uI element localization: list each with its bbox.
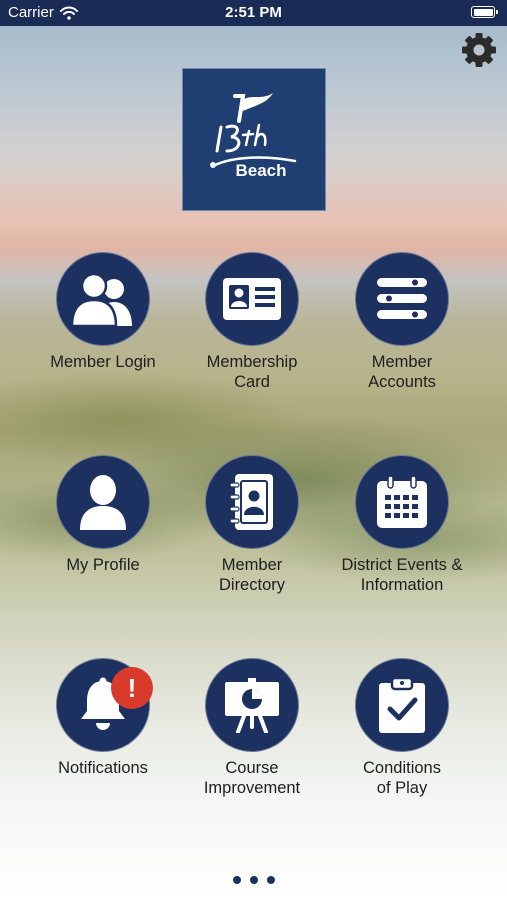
status-time: 2:51 PM xyxy=(225,4,282,21)
district-events-circle[interactable] xyxy=(355,455,449,549)
members-icon xyxy=(70,272,132,326)
notifications-button[interactable]: ! Notifications xyxy=(19,658,187,778)
clipboard-check-icon xyxy=(379,676,425,733)
membership-card-circle[interactable] xyxy=(205,252,299,346)
page-dot[interactable] xyxy=(266,876,275,884)
my-profile-circle[interactable] xyxy=(56,455,150,549)
conditions-of-play-button[interactable]: Conditions of Play xyxy=(318,658,486,798)
course-improvement-circle[interactable] xyxy=(205,658,299,752)
page-indicator[interactable] xyxy=(0,876,507,884)
member-directory-button[interactable]: Member Directory xyxy=(168,455,336,595)
profile-icon xyxy=(80,475,126,530)
member-accounts-button[interactable]: Member Accounts xyxy=(318,252,486,392)
conditions-of-play-label: Conditions of Play xyxy=(363,759,441,797)
calendar-icon xyxy=(377,475,427,528)
my-profile-label: My Profile xyxy=(66,556,140,574)
club-logo: Beach xyxy=(182,68,326,211)
accounts-list-icon xyxy=(377,278,427,319)
member-accounts-label: Member Accounts xyxy=(368,353,436,391)
logo-emblem xyxy=(210,93,297,168)
membership-card-label: Membership Card xyxy=(206,353,298,391)
address-book-icon xyxy=(229,474,273,530)
my-profile-button[interactable]: My Profile xyxy=(19,455,187,575)
settings-gear-icon[interactable] xyxy=(459,30,499,70)
member-login-circle[interactable] xyxy=(56,252,150,346)
course-improvement-label: Course Improvement xyxy=(203,759,301,797)
logo-text: Beach xyxy=(235,161,287,180)
notification-alert-badge: ! xyxy=(111,667,153,709)
member-directory-label: Member Directory xyxy=(218,556,285,594)
member-directory-circle[interactable] xyxy=(205,455,299,549)
course-improvement-button[interactable]: Course Improvement xyxy=(168,658,336,798)
district-events-button[interactable]: District Events & Information xyxy=(318,455,486,595)
notifications-label: Notifications xyxy=(58,759,148,777)
page-dot[interactable] xyxy=(249,876,258,884)
status-bar: Carrier 2:51 PM xyxy=(0,0,507,26)
presentation-board-icon xyxy=(225,678,279,733)
battery-icon xyxy=(471,6,498,18)
member-login-button[interactable]: Member Login xyxy=(19,252,187,372)
member-accounts-circle[interactable] xyxy=(355,252,449,346)
conditions-of-play-circle[interactable] xyxy=(355,658,449,752)
page-dot[interactable] xyxy=(232,876,241,884)
district-events-label: District Events & Information xyxy=(341,556,463,594)
id-card-icon xyxy=(223,278,281,320)
member-login-label: Member Login xyxy=(50,353,156,371)
membership-card-button[interactable]: Membership Card xyxy=(168,252,336,392)
notifications-circle[interactable]: ! xyxy=(56,658,153,752)
